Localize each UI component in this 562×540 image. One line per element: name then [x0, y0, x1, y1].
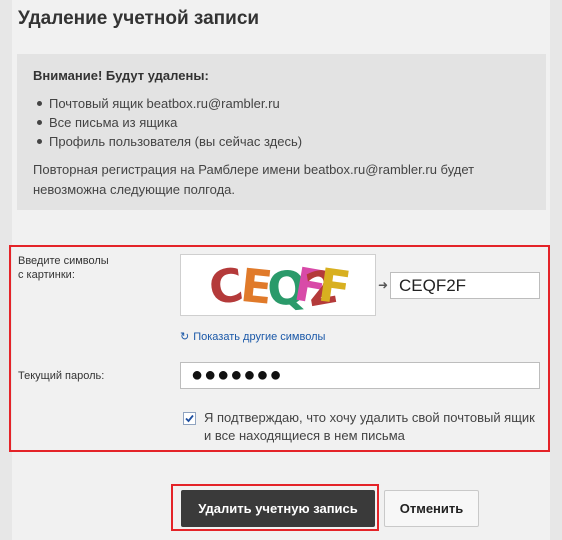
refresh-icon: ↻ — [180, 331, 190, 343]
password-label: Текущий пароль: — [18, 370, 105, 382]
cancel-button[interactable]: Отменить — [384, 490, 479, 527]
captcha-label: Введите символы с картинки: — [18, 255, 109, 281]
warning-note: Повторная регистрация на Рамблере имени … — [33, 162, 475, 197]
confirm-checkbox[interactable] — [183, 412, 196, 425]
confirm-label: Я подтверждаю, что хочу удалить свой поч… — [204, 410, 535, 443]
refresh-captcha-label: Показать другие символы — [193, 331, 326, 343]
checkmark-icon — [185, 414, 194, 423]
bullet-icon — [37, 101, 42, 106]
password-input[interactable]: ●●●●●●● — [180, 362, 540, 389]
warning-panel: Внимание! Будут удалены: Почтовый ящик b… — [17, 54, 546, 210]
warning-item: Профиль пользователя (вы сейчас здесь) — [33, 132, 302, 151]
bullet-icon — [37, 139, 42, 144]
captcha-image-art: C E Q F 2 F — [206, 257, 354, 318]
bullet-icon — [37, 120, 42, 125]
warning-item: Все письма из ящика — [33, 113, 302, 132]
warning-list: Почтовый ящик beatbox.ru@rambler.ru Все … — [33, 94, 302, 151]
captcha-input[interactable] — [390, 272, 540, 299]
page-title: Удаление учетной записи — [18, 8, 260, 29]
svg-text:F: F — [315, 258, 354, 315]
warning-item: Почтовый ящик beatbox.ru@rambler.ru — [33, 94, 302, 113]
delete-account-button[interactable]: Удалить учетную запись — [181, 490, 375, 527]
warning-heading: Внимание! Будут удалены: — [33, 68, 209, 83]
right-margin — [550, 0, 562, 540]
page: Удаление учетной записи Внимание! Будут … — [0, 0, 562, 540]
captcha-image: C E Q F 2 F — [180, 254, 376, 318]
arrow-right-icon: ➜ — [378, 278, 389, 292]
refresh-captcha-link[interactable]: ↻ Показать другие символы — [180, 330, 325, 343]
